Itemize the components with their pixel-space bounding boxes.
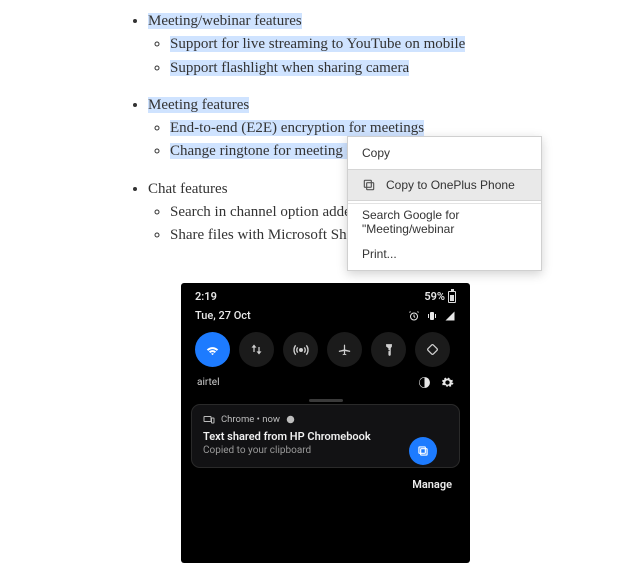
- notification-card[interactable]: Chrome • now Text shared from HP Chromeb…: [191, 404, 460, 468]
- menu-item-copy[interactable]: Copy: [348, 137, 541, 169]
- battery-percent: 59%: [424, 290, 445, 303]
- list-item: Support flashlight when sharing camera: [170, 57, 640, 80]
- brightness-icon[interactable]: [418, 376, 431, 389]
- status-date: Tue, 27 Oct: [195, 309, 251, 322]
- tile-rotation[interactable]: [415, 332, 450, 367]
- menu-separator: [348, 203, 541, 204]
- notification-app-line: Chrome • now: [221, 414, 280, 425]
- alarm-icon: [408, 310, 420, 322]
- menu-item-print[interactable]: Print...: [348, 238, 541, 270]
- copy-icon: [362, 178, 376, 192]
- tile-airplane[interactable]: [327, 332, 362, 367]
- settings-gear-icon[interactable]: [441, 376, 454, 389]
- signal-icon: [444, 310, 456, 322]
- wifi-network-label: airtel: [197, 377, 220, 388]
- menu-item-label: Copy: [362, 146, 390, 160]
- sync-badge-icon: [286, 415, 295, 424]
- section-title: Meeting/webinar features: [148, 13, 302, 29]
- panel-drag-handle[interactable]: [309, 399, 343, 402]
- status-bar: 2:19 59%: [181, 283, 470, 305]
- section-title: Meeting features: [148, 97, 249, 113]
- quick-settings-tiles: [181, 332, 470, 373]
- menu-item-label: Copy to OnePlus Phone: [386, 178, 515, 192]
- menu-item-label: Search Google for "Meeting/webinar: [362, 208, 527, 236]
- tile-flashlight[interactable]: [371, 332, 406, 367]
- menu-item-label: Print...: [362, 247, 397, 261]
- menu-item-copy-to-phone[interactable]: Copy to OnePlus Phone: [348, 169, 541, 201]
- context-menu: Copy Copy to OnePlus Phone Search Google…: [347, 136, 542, 271]
- vibrate-icon: [426, 310, 438, 322]
- list-item: Meeting/webinar features Support for liv…: [148, 10, 640, 80]
- date-row: Tue, 27 Oct: [181, 305, 470, 332]
- tile-data[interactable]: [239, 332, 274, 367]
- tile-hotspot[interactable]: [283, 332, 318, 367]
- document-content: Meeting/webinar features Support for liv…: [0, 0, 640, 247]
- devices-icon: [203, 415, 215, 425]
- tile-wifi[interactable]: [195, 332, 230, 367]
- battery-icon: [448, 291, 456, 303]
- phone-screenshot: 2:19 59% Tue, 27 Oct airtel Chrome • no: [181, 283, 470, 563]
- status-time: 2:19: [195, 290, 217, 303]
- menu-item-search-google[interactable]: Search Google for "Meeting/webinar: [348, 206, 541, 238]
- tile-label-row: airtel: [181, 373, 470, 399]
- manage-button[interactable]: Manage: [181, 468, 470, 491]
- section-title: Chat features: [148, 181, 228, 197]
- list-item: Support for live streaming to YouTube on…: [170, 33, 640, 56]
- notification-action-copy[interactable]: [409, 437, 437, 465]
